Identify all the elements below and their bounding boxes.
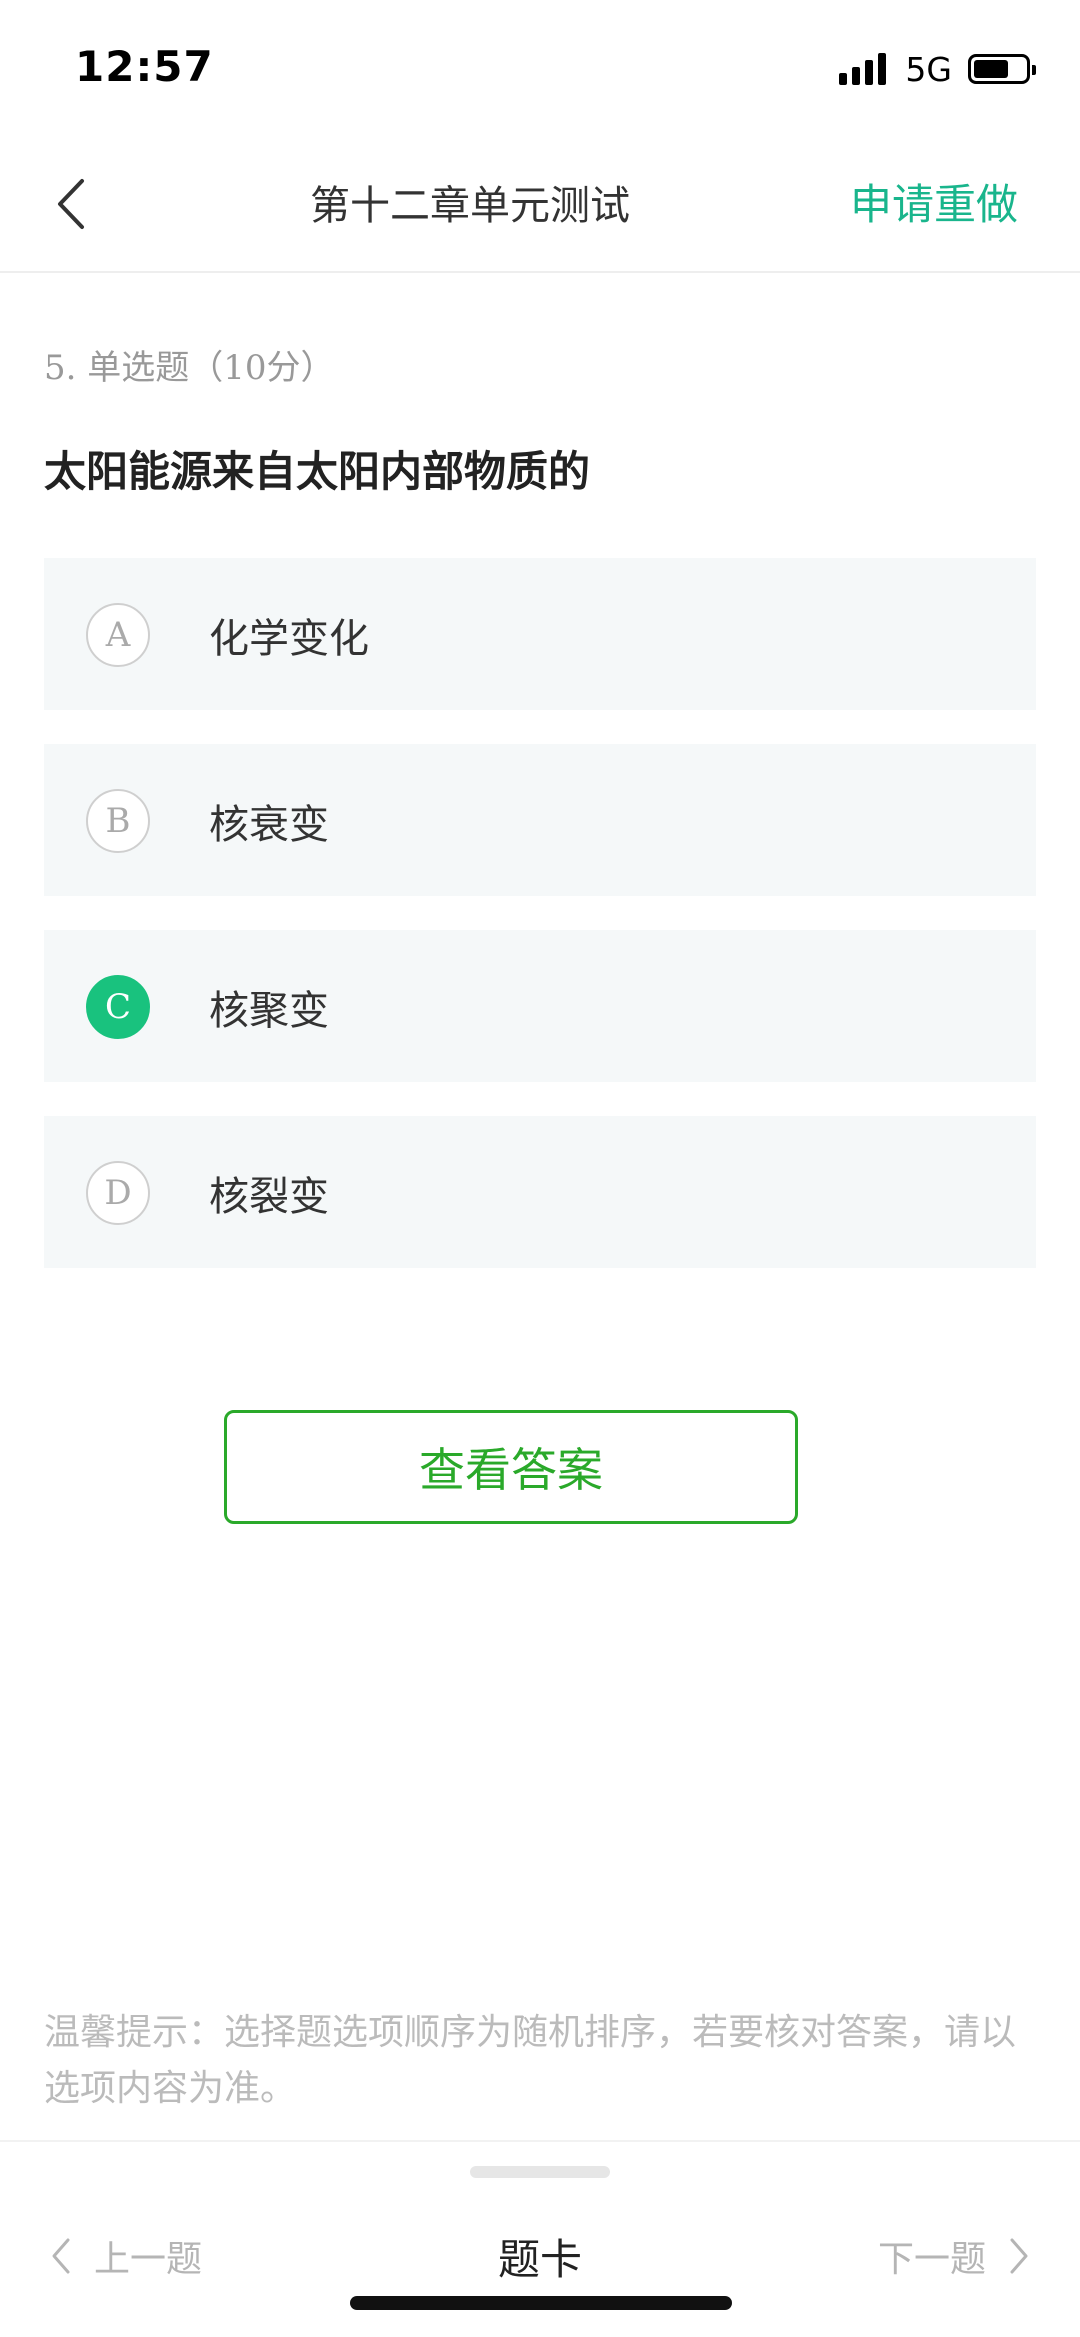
drag-handle[interactable]: [470, 2166, 610, 2178]
chevron-right-icon: [1010, 2238, 1028, 2274]
option-letter: C: [86, 975, 150, 1039]
network-label: 5G: [905, 49, 952, 89]
signal-icon: [839, 53, 891, 85]
status-time: 12:57: [75, 42, 214, 91]
option-text: 核聚变: [209, 988, 329, 1034]
status-bar: 12:57 5G: [0, 0, 1080, 135]
status-indicators: 5G: [839, 48, 1036, 90]
tip-text: 温馨提示：选择题选项顺序为随机排序，若要核对答案，请以选项内容为准。: [44, 2012, 1017, 2109]
option-text: 核裂变: [209, 1174, 329, 1220]
option-a[interactable]: A 化学变化: [44, 558, 1036, 710]
option-list: A 化学变化 B 核衰变 C 核聚变 D 核裂变: [44, 558, 1036, 1302]
next-question-button[interactable]: 下一题: [878, 2230, 1030, 2282]
page-title: 第十二章单元测试: [310, 183, 630, 229]
option-d[interactable]: D 核裂变: [44, 1116, 1036, 1268]
question-meta: 5. 单选题（10分）: [44, 348, 335, 388]
option-c[interactable]: C 核聚变: [44, 930, 1036, 1082]
option-b[interactable]: B 核衰变: [44, 744, 1036, 896]
next-question-label: 下一题: [877, 2239, 986, 2280]
view-answer-button[interactable]: 查看答案: [224, 1410, 798, 1524]
nav-bar: 第十二章单元测试 申请重做: [0, 135, 1080, 273]
option-text: 化学变化: [209, 616, 369, 662]
home-indicator: [350, 2296, 732, 2310]
option-letter: B: [86, 789, 150, 853]
option-letter: D: [86, 1161, 150, 1225]
page: 12:57 5G 第十二章单元测试 申请重做 5. 单选题（10分） 太阳能源来…: [0, 0, 1080, 2337]
request-redo-button[interactable]: 申请重做: [850, 171, 1018, 232]
battery-icon: [968, 54, 1036, 84]
question-stem: 太阳能源来自太阳内部物质的: [44, 447, 591, 496]
option-text: 核衰变: [209, 802, 329, 848]
option-letter: A: [86, 603, 150, 667]
